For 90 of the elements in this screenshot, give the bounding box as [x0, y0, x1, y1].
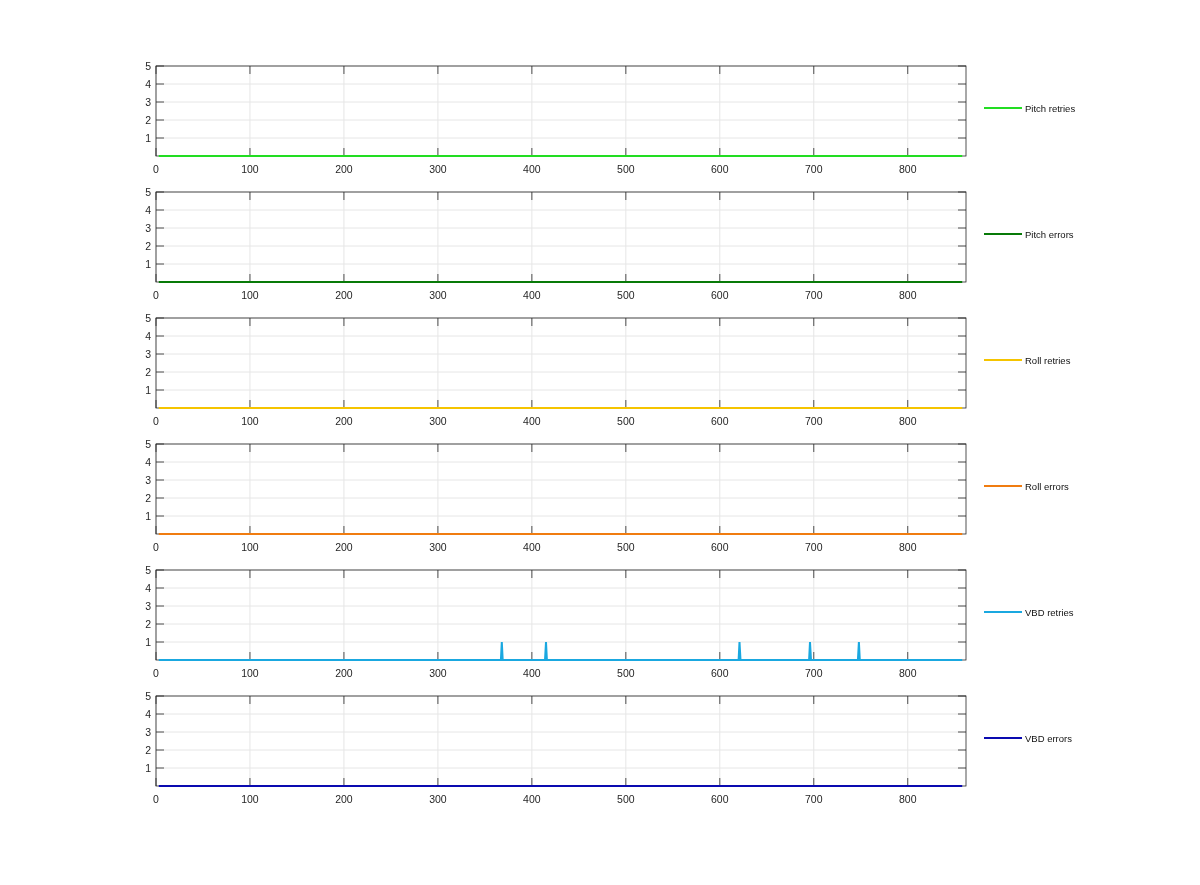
tick-label: 400: [523, 289, 541, 301]
tick-label: 600: [711, 163, 729, 175]
tick-label: 100: [241, 415, 259, 427]
legend-label: VBD retries: [1025, 606, 1074, 618]
tick-label: 4: [145, 330, 151, 342]
tick-label: 500: [617, 541, 635, 553]
legend-label: Roll retries: [1025, 354, 1071, 366]
tick-label: 2: [145, 492, 151, 504]
tick-label: 300: [429, 667, 447, 679]
tick-label: 3: [145, 348, 151, 360]
tick-label: 3: [145, 96, 151, 108]
tick-label: 0: [153, 289, 159, 301]
tick-label: 1: [145, 510, 151, 522]
tick-label: 800: [898, 415, 917, 427]
legend-label: Pitch retries: [1025, 102, 1076, 114]
tick-label: 3: [145, 726, 151, 738]
tick-label: 3: [145, 600, 151, 612]
tick-label: 2: [145, 240, 151, 252]
tick-label: 4: [145, 456, 151, 468]
tick-label: 4: [145, 78, 151, 90]
tick-label: 2: [145, 114, 151, 126]
tick-label: 5: [145, 60, 151, 72]
tick-label: 800: [898, 793, 917, 805]
tick-label: 500: [617, 163, 635, 175]
tick-label: 800: [898, 667, 917, 679]
tick-label: 200: [335, 163, 353, 175]
tick-label: 200: [335, 793, 353, 805]
tick-label: 800: [898, 289, 917, 301]
tick-label: 5: [145, 564, 151, 576]
legend-label: Pitch errors: [1025, 228, 1074, 240]
tick-label: 600: [711, 667, 729, 679]
tick-label: 500: [617, 667, 635, 679]
tick-label: 500: [617, 289, 635, 301]
tick-label: 600: [711, 541, 729, 553]
tick-label: 800: [898, 541, 917, 553]
tick-label: 300: [429, 163, 447, 175]
tick-label: 1: [145, 762, 151, 774]
tick-label: 5: [145, 312, 151, 324]
tick-label: 3: [145, 222, 151, 234]
tick-label: 600: [711, 289, 729, 301]
tick-label: 5: [145, 438, 151, 450]
tick-label: 100: [241, 541, 259, 553]
tick-label: 0: [153, 793, 159, 805]
tick-label: 0: [153, 541, 159, 553]
tick-label: 4: [145, 204, 151, 216]
tick-label: 400: [523, 793, 541, 805]
tick-label: 100: [241, 163, 259, 175]
tick-label: 1: [145, 132, 151, 144]
tick-label: 300: [429, 415, 447, 427]
tick-label: 4: [145, 582, 151, 594]
tick-label: 400: [523, 667, 541, 679]
tick-label: 700: [805, 415, 823, 427]
tick-label: 5: [145, 690, 151, 702]
tick-label: 200: [335, 289, 353, 301]
tick-label: 700: [805, 541, 823, 553]
legend-label: Roll errors: [1025, 480, 1069, 492]
tick-label: 700: [805, 793, 823, 805]
legend-label: VBD errors: [1025, 732, 1072, 744]
tick-label: 300: [429, 793, 447, 805]
tick-label: 200: [335, 541, 353, 553]
tick-label: 300: [429, 289, 447, 301]
tick-label: 500: [617, 793, 635, 805]
tick-label: 400: [523, 541, 541, 553]
tick-label: 3: [145, 474, 151, 486]
tick-label: 5: [145, 186, 151, 198]
tick-label: 700: [805, 289, 823, 301]
tick-label: 1: [145, 384, 151, 396]
tick-label: 400: [523, 415, 541, 427]
tick-label: 2: [145, 366, 151, 378]
tick-label: 700: [805, 667, 823, 679]
tick-label: 700: [805, 163, 823, 175]
tick-label: 200: [335, 415, 353, 427]
tick-label: 800: [898, 163, 917, 175]
tick-label: 1: [145, 636, 151, 648]
tick-label: 0: [153, 163, 159, 175]
tick-label: 200: [335, 667, 353, 679]
tick-label: 0: [153, 415, 159, 427]
tick-label: 2: [145, 744, 151, 756]
tick-label: 2: [145, 618, 151, 630]
tick-label: 0: [153, 667, 159, 679]
tick-label: 100: [241, 289, 259, 301]
tick-label: 4: [145, 708, 151, 720]
tick-label: 300: [429, 541, 447, 553]
tick-label: 600: [711, 415, 729, 427]
tick-label: 100: [241, 667, 259, 679]
tick-label: 600: [711, 793, 729, 805]
tick-label: 1: [145, 258, 151, 270]
tick-label: 400: [523, 163, 541, 175]
tick-label: 500: [617, 415, 635, 427]
tick-label: 100: [241, 793, 259, 805]
